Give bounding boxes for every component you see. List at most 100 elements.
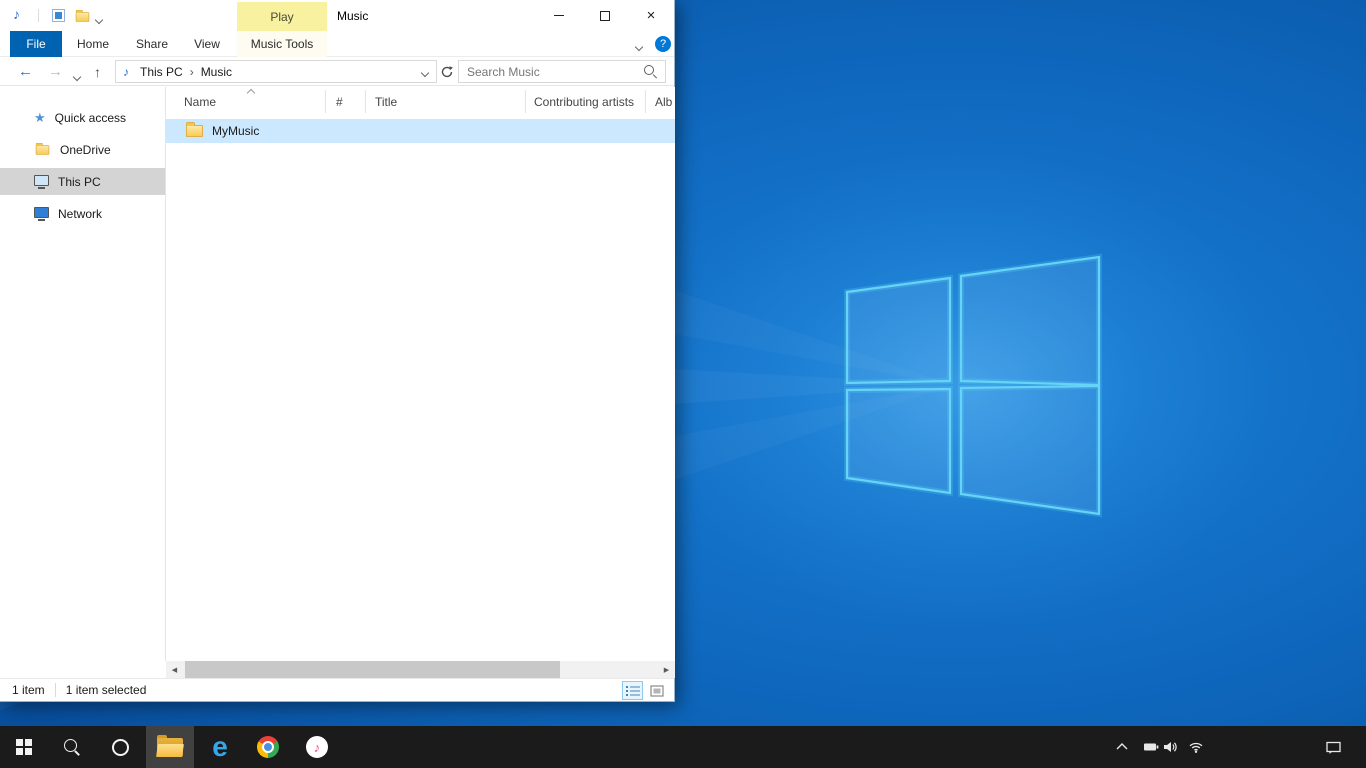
- column-header-number[interactable]: #: [336, 87, 343, 116]
- file-explorer-window: ♪ Play Music × File Home Share View Musi…: [0, 0, 675, 702]
- column-divider[interactable]: [645, 90, 646, 113]
- start-button[interactable]: [0, 726, 48, 768]
- column-headers: Name # Title Contributing artists Alb: [166, 87, 675, 116]
- large-icons-view-button[interactable]: [646, 681, 667, 700]
- breadcrumb-music[interactable]: Music: [197, 65, 236, 79]
- network-icon: [34, 207, 49, 218]
- file-explorer-icon: [157, 738, 183, 757]
- ribbon-tab-row: File Home Share View Music Tools ?: [0, 31, 674, 57]
- status-bar: 1 item 1 item selected: [0, 678, 674, 701]
- wifi-icon: [1188, 739, 1204, 755]
- column-divider[interactable]: [325, 90, 326, 113]
- forward-button[interactable]: →: [48, 57, 63, 86]
- scroll-left-arrow[interactable]: ◀: [166, 661, 183, 678]
- file-name: MyMusic: [212, 124, 259, 138]
- folder-icon: [76, 12, 90, 22]
- navigation-pane: ★ Quick access OneDrive This PC Network: [0, 87, 166, 661]
- tab-music-tools[interactable]: Music Tools: [237, 31, 327, 57]
- search-icon[interactable]: [644, 65, 657, 78]
- status-divider: [55, 683, 56, 697]
- windows-start-icon: [16, 739, 32, 755]
- selection-count: 1 item selected: [66, 683, 147, 697]
- recent-locations-chevron-icon[interactable]: [74, 69, 80, 83]
- scroll-right-arrow[interactable]: ▶: [658, 661, 675, 678]
- tab-share[interactable]: Share: [124, 31, 180, 57]
- action-center-icon: [1325, 739, 1342, 756]
- sort-ascending-icon: [247, 89, 255, 97]
- network-tray-button[interactable]: [1184, 726, 1208, 768]
- chrome-icon: [257, 736, 279, 758]
- sidebar-item-label: This PC: [58, 175, 101, 189]
- music-tools-play-header[interactable]: Play: [237, 2, 327, 31]
- taskbar-search-button[interactable]: [48, 726, 96, 768]
- taskbar-file-explorer-button[interactable]: [146, 726, 194, 768]
- battery-icon: [1143, 739, 1160, 755]
- taskbar-itunes-button[interactable]: ♪: [293, 726, 341, 768]
- expand-ribbon-chevron-icon[interactable]: [636, 39, 642, 53]
- volume-tray-button[interactable]: [1158, 726, 1182, 768]
- address-dropdown-chevron-icon[interactable]: [422, 65, 428, 79]
- details-view-button[interactable]: [622, 681, 643, 700]
- column-header-album[interactable]: Alb: [655, 87, 672, 116]
- sidebar-item-quick-access[interactable]: ★ Quick access: [0, 104, 165, 131]
- qat-new-folder-button[interactable]: [74, 11, 91, 26]
- column-header-contributing-artists[interactable]: Contributing artists: [534, 87, 634, 116]
- refresh-button[interactable]: [440, 65, 454, 82]
- folder-icon: [186, 125, 203, 137]
- cortana-button[interactable]: [96, 726, 144, 768]
- column-header-title[interactable]: Title: [375, 87, 397, 116]
- window-controls: ×: [536, 0, 674, 31]
- address-bar[interactable]: ♪ This PC › Music: [115, 60, 437, 83]
- column-divider[interactable]: [525, 90, 526, 113]
- file-row-mymusic[interactable]: MyMusic: [166, 119, 675, 143]
- tab-home[interactable]: Home: [62, 31, 124, 57]
- tab-view[interactable]: View: [180, 31, 234, 57]
- sidebar-item-label: Quick access: [55, 111, 126, 125]
- help-button[interactable]: ?: [655, 36, 671, 52]
- sidebar-item-network[interactable]: Network: [0, 200, 165, 227]
- column-divider[interactable]: [365, 90, 366, 113]
- search-box: [458, 60, 666, 83]
- horizontal-scrollbar[interactable]: ◀ ▶: [166, 661, 675, 678]
- taskbar-chrome-button[interactable]: [244, 726, 292, 768]
- speaker-icon: [1162, 739, 1178, 755]
- window-title: Music: [337, 0, 368, 31]
- back-button[interactable]: ←: [18, 57, 33, 86]
- sidebar-item-this-pc[interactable]: This PC: [0, 168, 165, 195]
- qat-customize-chevron-icon[interactable]: [96, 12, 102, 26]
- search-input[interactable]: [459, 65, 644, 79]
- window-music-icon: ♪: [13, 6, 20, 22]
- breadcrumb-this-pc[interactable]: This PC: [136, 65, 187, 79]
- qat-separator: [38, 9, 39, 22]
- this-pc-icon: [34, 175, 49, 186]
- cortana-icon: [112, 739, 129, 756]
- qat-properties-button[interactable]: [52, 9, 65, 22]
- sidebar-item-onedrive[interactable]: OneDrive: [0, 136, 165, 163]
- column-header-name[interactable]: Name: [184, 87, 216, 116]
- address-music-icon: ♪: [123, 65, 129, 79]
- maximize-button[interactable]: [582, 0, 628, 31]
- navigation-bar: ← → ↑ ♪ This PC › Music: [0, 57, 674, 86]
- up-button[interactable]: ↑: [94, 57, 101, 86]
- chevron-up-icon: [1114, 739, 1130, 755]
- titlebar[interactable]: ♪ Play Music ×: [0, 0, 674, 31]
- file-list-pane: Name # Title Contributing artists Alb My…: [166, 87, 675, 661]
- search-icon: [64, 739, 81, 756]
- itunes-icon: ♪: [306, 736, 328, 758]
- desktop: ♪ Play Music × File Home Share View Musi…: [0, 0, 1366, 768]
- show-hidden-icons-button[interactable]: [1110, 726, 1134, 768]
- sidebar-item-label: Network: [58, 207, 102, 221]
- sidebar-item-label: OneDrive: [60, 143, 111, 157]
- tab-file[interactable]: File: [10, 31, 62, 57]
- minimize-button[interactable]: [536, 0, 582, 31]
- quick-access-star-icon: ★: [34, 111, 46, 124]
- item-count: 1 item: [12, 683, 45, 697]
- close-button[interactable]: ×: [628, 0, 674, 31]
- edge-icon: e: [212, 733, 228, 761]
- view-toggles: [622, 681, 667, 700]
- action-center-button[interactable]: [1321, 726, 1345, 768]
- taskbar-edge-button[interactable]: e: [196, 726, 244, 768]
- onedrive-folder-icon: [36, 145, 50, 155]
- scrollbar-thumb[interactable]: [185, 661, 560, 678]
- breadcrumb-separator-icon: ›: [187, 65, 197, 79]
